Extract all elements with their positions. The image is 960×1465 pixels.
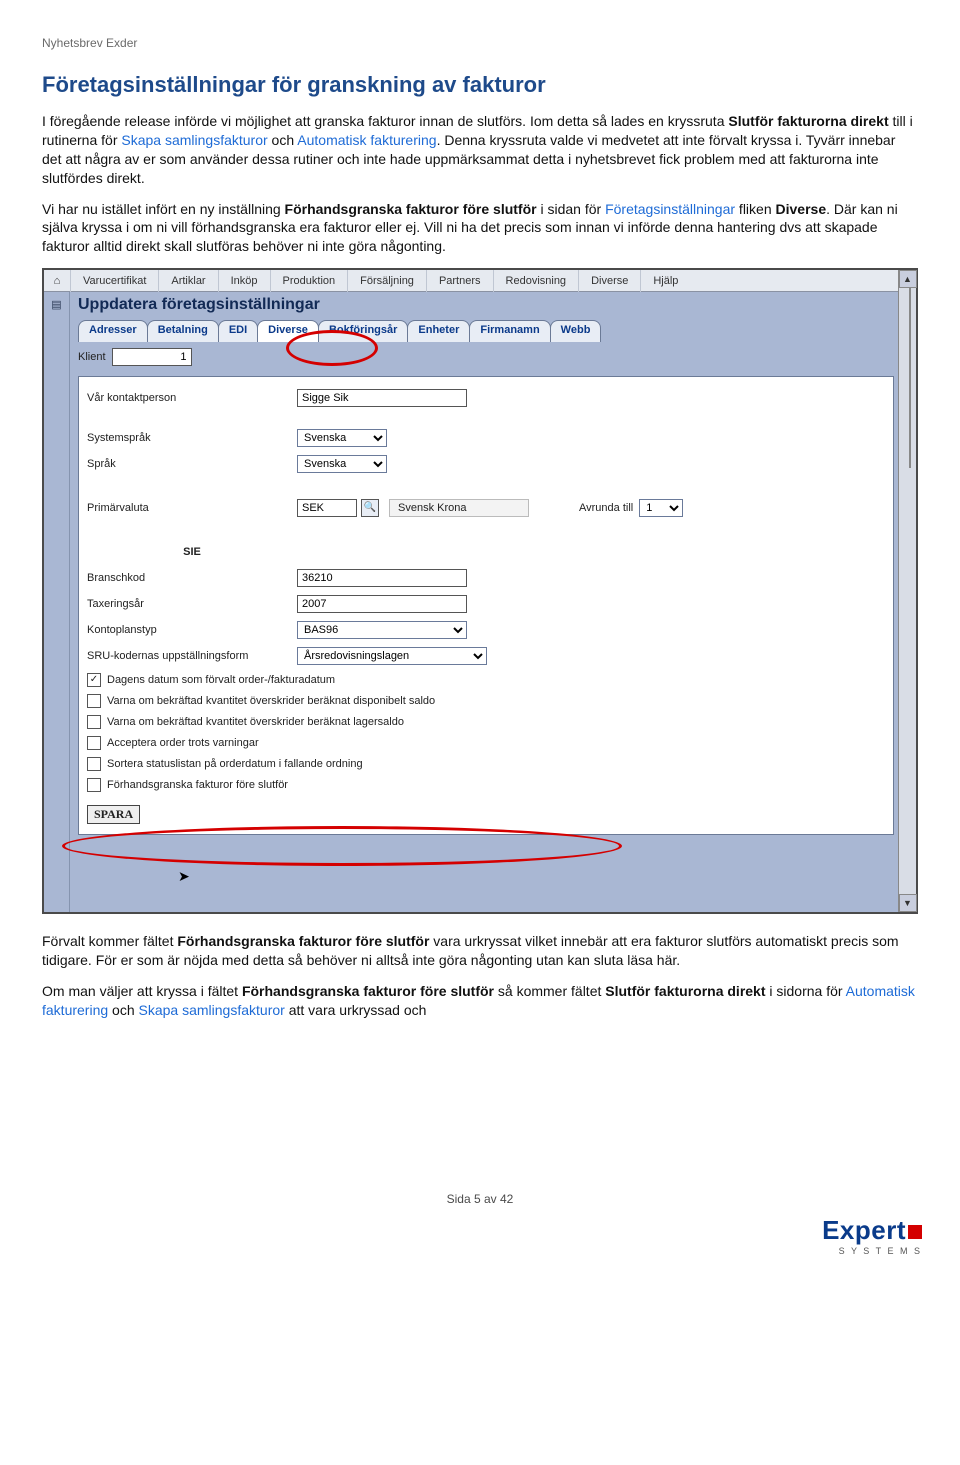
home-icon[interactable]: ⌂ [44,270,70,292]
checkbox-2-label: Varna om bekräftad kvantitet överskrider… [107,695,435,707]
checkbox-5[interactable] [87,757,101,771]
primcur-label: Primärvaluta [87,502,297,514]
lang-label: Språk [87,458,297,470]
left-sidebar: ▤ [44,292,70,912]
tab-row: Adresser Betalning EDI Diverse Bokföring… [70,320,916,342]
tax-label: Taxeringsår [87,598,297,610]
menu-partners[interactable]: Partners [426,270,493,292]
contact-input[interactable] [297,389,467,407]
checkbox-3-label: Varna om bekräftad kvantitet överskrider… [107,716,404,728]
scrollbar[interactable]: ▲ ▼ [898,270,916,912]
tab-diverse[interactable]: Diverse [257,320,319,342]
tab-webb[interactable]: Webb [550,320,602,342]
page-footer: Sida 5 av 42 [42,1192,918,1206]
save-button[interactable]: SPARA [87,805,140,824]
page-header: Nyhetsbrev Exder [42,36,918,50]
syslang-label: Systemspråk [87,432,297,444]
scroll-thumb[interactable] [909,288,911,468]
tab-enheter[interactable]: Enheter [407,320,470,342]
app-window: ⌂ Varucertifikat Artiklar Inköp Produkti… [42,268,918,914]
menu-produktion[interactable]: Produktion [270,270,348,292]
menu-diverse[interactable]: Diverse [578,270,640,292]
sru-select[interactable]: Årsredovisningslagen [297,647,487,665]
menu-forsaljning[interactable]: Försäljning [347,270,426,292]
checkbox-6-label: Förhandsgranska fakturor före slutför [107,779,288,791]
checkbox-3[interactable] [87,715,101,729]
tab-betalning[interactable]: Betalning [147,320,219,342]
checkbox-1-label: Dagens datum som förvalt order-/fakturad… [107,674,335,686]
logo: Expert S Y S T E M S [822,1215,922,1256]
menu-artiklar[interactable]: Artiklar [158,270,217,292]
lookup-icon[interactable]: 🔍 [361,499,379,517]
checkbox-2[interactable] [87,694,101,708]
scroll-up-icon[interactable]: ▲ [899,270,917,288]
menu-varucertifikat[interactable]: Varucertifikat [70,270,158,292]
contact-label: Vår kontaktperson [87,392,297,404]
checkbox-5-label: Sortera statuslistan på orderdatum i fal… [107,758,363,770]
scroll-down-icon[interactable]: ▼ [899,894,917,912]
sie-header: SIE [87,546,297,558]
branschkod-input[interactable] [297,569,467,587]
section-title: Företagsinställningar för granskning av … [42,72,918,98]
tax-input[interactable] [297,595,467,613]
paragraph-3: Förvalt kommer fältet Förhandsgranska fa… [42,932,918,970]
kontoplan-label: Kontoplanstyp [87,624,297,636]
cursor-icon: ➤ [178,868,190,885]
tab-firmanamn[interactable]: Firmanamn [469,320,550,342]
sru-label: SRU-kodernas uppställningsform [87,650,297,662]
paragraph-1: I föregående release införde vi möjlighe… [42,112,918,188]
branschkod-label: Branschkod [87,572,297,584]
checkbox-6[interactable] [87,778,101,792]
paragraph-2: Vi har nu istället infört en ny inställn… [42,200,918,257]
tab-bokforingsar[interactable]: Bokföringsår [318,320,408,342]
tab-adresser[interactable]: Adresser [78,320,148,342]
page-title: Uppdatera företagsinställningar [70,292,916,320]
klient-input[interactable] [112,348,192,366]
primcur-input[interactable] [297,499,357,517]
avrunda-label: Avrunda till [579,502,633,514]
klient-label: Klient [78,351,106,363]
sidebar-icon[interactable]: ▤ [44,298,69,311]
menu-hjalp[interactable]: Hjälp [640,270,690,292]
tab-edi[interactable]: EDI [218,320,258,342]
checkbox-1[interactable]: ✓ [87,673,101,687]
avrunda-select[interactable]: 1 [639,499,683,517]
menu-redovisning[interactable]: Redovisning [493,270,579,292]
form-panel: Vår kontaktperson Systemspråk Svenska Sp… [78,376,894,835]
syslang-select[interactable]: Svenska [297,429,387,447]
lang-select[interactable]: Svenska [297,455,387,473]
checkbox-4[interactable] [87,736,101,750]
kontoplan-select[interactable]: BAS96 [297,621,467,639]
menubar: ⌂ Varucertifikat Artiklar Inköp Produkti… [44,270,916,292]
paragraph-4: Om man väljer att kryssa i fältet Förhan… [42,982,918,1020]
primcur-name: Svensk Krona [389,499,529,517]
checkbox-4-label: Acceptera order trots varningar [107,737,259,749]
menu-inkop[interactable]: Inköp [218,270,270,292]
